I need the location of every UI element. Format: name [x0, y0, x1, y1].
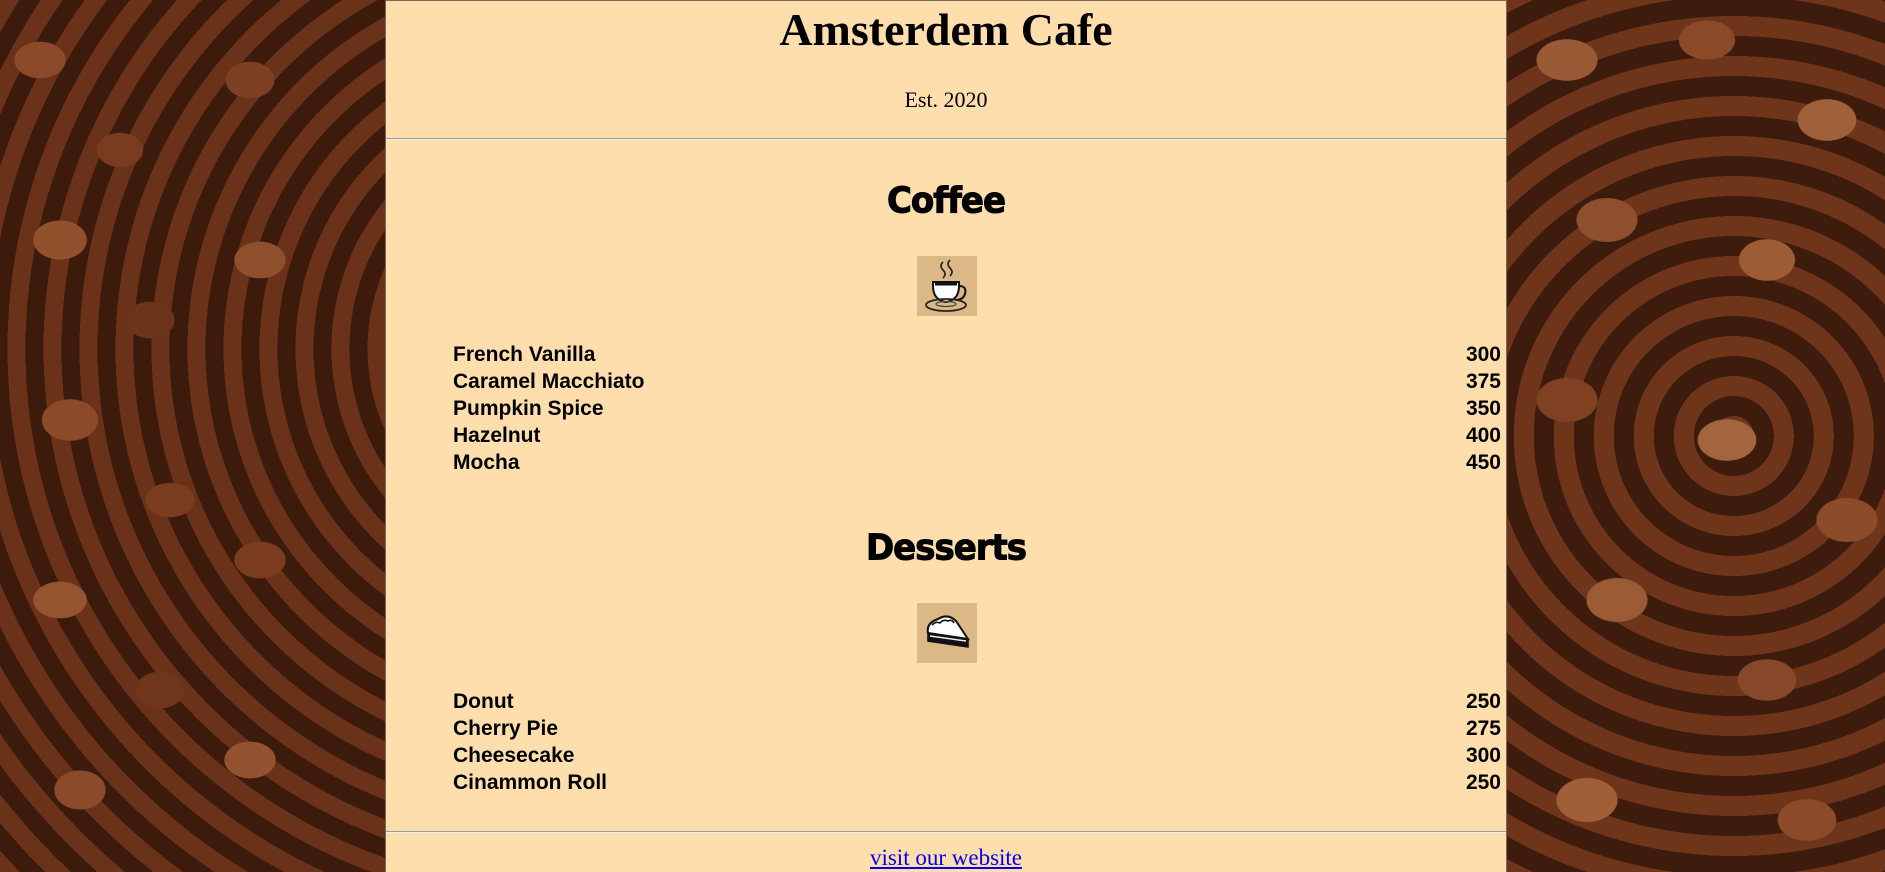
menu-item-row: Caramel Macchiato 375	[453, 368, 1501, 395]
menu-item-price: 300	[1465, 343, 1501, 366]
header-divider	[386, 138, 1506, 140]
menu-item-row: Mocha 450	[453, 449, 1501, 476]
menu-item-price: 250	[1465, 690, 1501, 713]
menu-item-row: Cheesecake 300	[453, 742, 1501, 769]
desserts-section-title: Desserts	[865, 526, 1027, 569]
footer-divider	[386, 831, 1506, 833]
menu-item-name: Cinammon Roll	[453, 771, 608, 794]
menu-item-price: 250	[1465, 771, 1501, 794]
menu-item-name: Pumpkin Spice	[453, 397, 604, 420]
menu-item-price: 300	[1465, 744, 1501, 767]
menu-item-row: Pumpkin Spice 350	[453, 395, 1501, 422]
menu-item-name: Donut	[453, 690, 514, 713]
menu-item-row: Donut 250	[453, 688, 1501, 715]
coffee-item-list: French Vanilla 300 Caramel Macchiato 375…	[453, 341, 1501, 476]
coffee-cup-icon	[917, 256, 977, 316]
menu-item-row: Cinammon Roll 250	[453, 769, 1501, 796]
menu-container: Amsterdem Cafe Est. 2020 Coffee French V…	[385, 0, 1507, 872]
menu-item-name: Caramel Macchiato	[453, 370, 645, 393]
menu-item-row: Hazelnut 400	[453, 422, 1501, 449]
menu-item-name: Hazelnut	[453, 424, 541, 447]
menu-item-price: 275	[1465, 717, 1501, 740]
desserts-item-list: Donut 250 Cherry Pie 275 Cheesecake 300 …	[453, 688, 1501, 796]
menu-item-price: 400	[1465, 424, 1501, 447]
coffee-beans-background-right	[1507, 0, 1885, 872]
coffee-beans-background-left	[0, 0, 385, 872]
established-text: Est. 2020	[904, 87, 988, 112]
menu-item-price: 450	[1465, 451, 1501, 474]
menu-item-name: French Vanilla	[453, 343, 596, 366]
menu-item-price: 350	[1465, 397, 1501, 420]
pie-slice-icon	[917, 603, 977, 663]
coffee-section-title: Coffee	[886, 179, 1006, 222]
menu-item-price: 375	[1465, 370, 1501, 393]
menu-item-row: Cherry Pie 275	[453, 715, 1501, 742]
menu-item-name: Cherry Pie	[453, 717, 559, 740]
footer: visit our website	[386, 845, 1506, 871]
cafe-title: Amsterdem Cafe	[779, 4, 1113, 55]
menu-item-name: Mocha	[453, 451, 520, 474]
menu-item-row: French Vanilla 300	[453, 341, 1501, 368]
menu-item-name: Cheesecake	[453, 744, 575, 767]
website-link[interactable]: visit our website	[870, 845, 1022, 870]
